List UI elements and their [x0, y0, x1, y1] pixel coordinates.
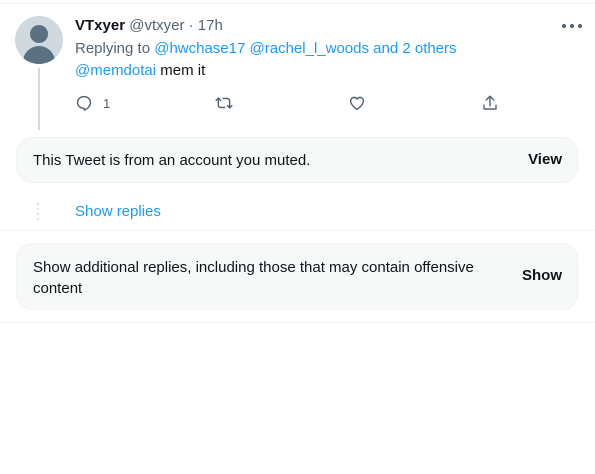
- muted-account-notice: This Tweet is from an account you muted.…: [16, 137, 578, 183]
- tweet-text: @memdotai mem it: [75, 61, 205, 81]
- more-options-icon[interactable]: [560, 15, 584, 37]
- tweet-header: VTxyer @vtxyer · 17h: [75, 16, 223, 36]
- thread-line: [38, 68, 40, 130]
- show-button[interactable]: Show: [522, 267, 562, 284]
- retweet-icon: [215, 97, 233, 109]
- section-divider: [0, 230, 595, 231]
- reply-count: 1: [103, 95, 111, 111]
- mention-memdotai[interactable]: @memdotai: [75, 62, 156, 79]
- share-icon: [483, 95, 497, 110]
- additional-replies-text: Show additional replies, including those…: [33, 259, 474, 297]
- top-divider: [0, 3, 595, 4]
- reply-icon: [76, 95, 92, 111]
- tweet-body: mem it: [160, 62, 206, 79]
- additional-replies-notice: Show additional replies, including those…: [16, 243, 578, 310]
- reply-target-rachel-l-woods[interactable]: @rachel_l_woods: [250, 40, 369, 57]
- reply-target-others[interactable]: and 2 others: [373, 40, 456, 57]
- reply-target-hwchase17[interactable]: @hwchase17: [154, 40, 245, 57]
- bottom-divider: [0, 322, 595, 323]
- heart-icon: [349, 96, 365, 111]
- display-name[interactable]: VTxyer: [75, 17, 125, 34]
- like-button[interactable]: [348, 93, 366, 113]
- show-replies-link[interactable]: Show replies: [75, 202, 161, 222]
- view-button[interactable]: View: [528, 151, 562, 168]
- retweet-button[interactable]: [215, 93, 233, 113]
- separator-dot: ·: [188, 17, 194, 34]
- tweet-time[interactable]: 17h: [198, 17, 223, 34]
- reply-button[interactable]: 1: [75, 93, 110, 113]
- muted-notice-text: This Tweet is from an account you muted.: [33, 152, 311, 169]
- share-button[interactable]: [481, 93, 499, 113]
- avatar[interactable]: [15, 16, 63, 64]
- user-handle[interactable]: @vtxyer: [129, 17, 184, 34]
- thread-dots: [37, 203, 39, 221]
- avatar-body-shape: [23, 46, 55, 64]
- replying-to: Replying to @hwchase17 @rachel_l_woods a…: [75, 39, 457, 59]
- avatar-head-shape: [30, 25, 48, 43]
- replying-prefix: Replying to: [75, 40, 151, 57]
